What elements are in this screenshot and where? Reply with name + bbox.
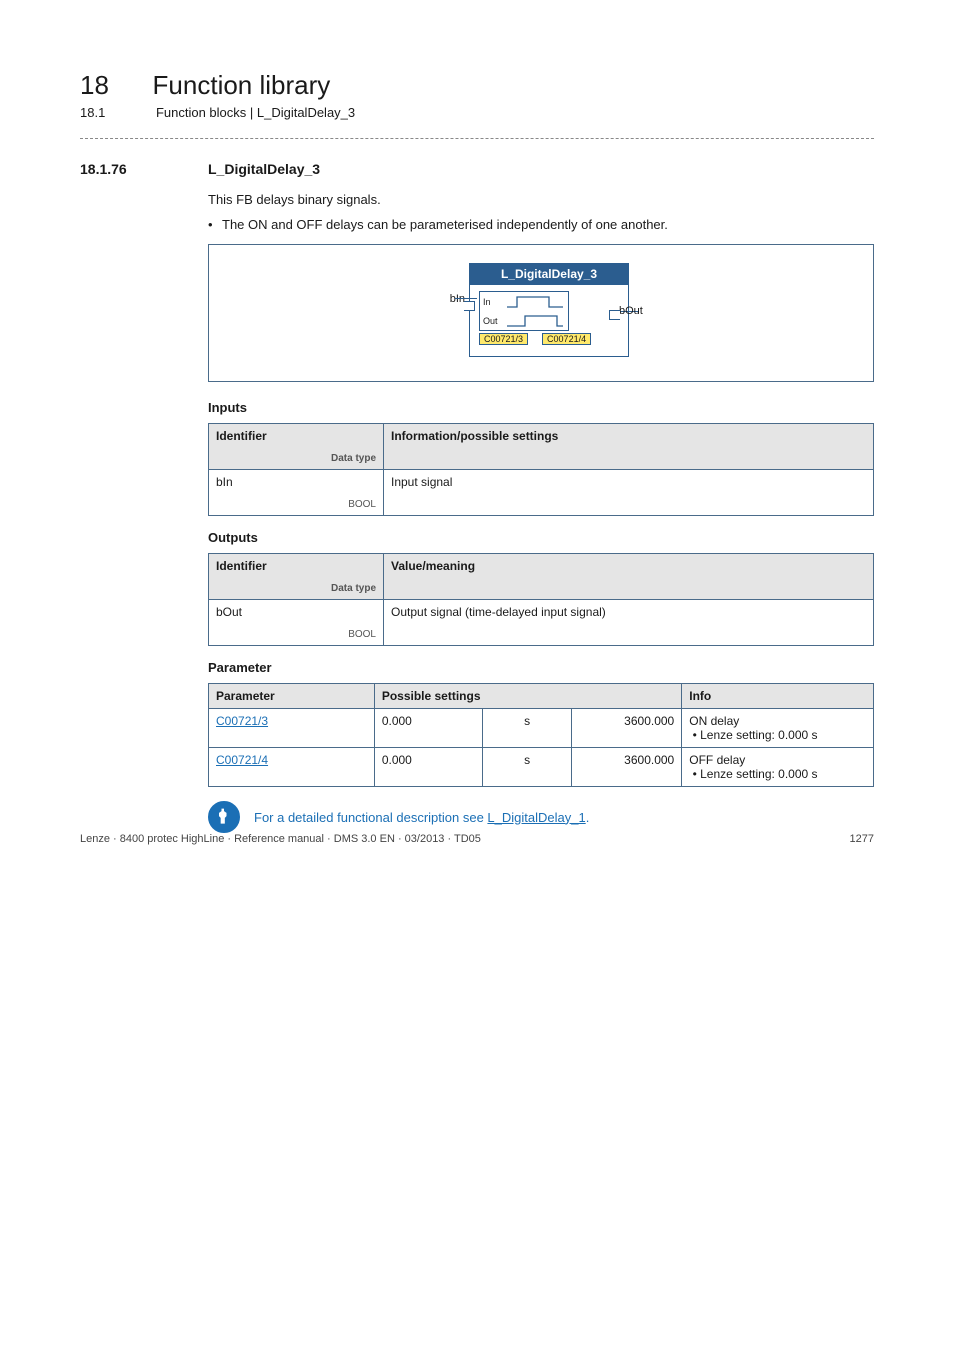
chapter-title: Function library [153,70,331,101]
note-prefix: For a detailed functional description se… [254,810,487,825]
bullet-text: The ON and OFF delays can be parameteris… [222,217,668,232]
fb-param-labels: C00721/3 C00721/4 [479,333,591,345]
cell-info: OFF delay • Lenze setting: 0.000 s [682,748,874,787]
param-link[interactable]: C00721/4 [216,753,268,767]
footer-page-number: 1277 [850,833,874,845]
table-row: bIn BOOL Input signal [209,470,874,516]
fb-param-left: C00721/3 [479,333,528,345]
cell-identifier: bOut [216,605,242,619]
fb-titlebar: L_DigitalDelay_3 [469,263,629,285]
subsection-title: L_DigitalDelay_3 [208,161,320,177]
note-row: For a detailed functional description se… [208,801,874,833]
page-footer: Lenze · 8400 protec HighLine · Reference… [80,833,874,845]
cell-min: 0.000 [374,748,483,787]
divider-dashed [80,138,874,139]
th-text: Identifier [216,429,267,443]
cell-datatype: BOOL [216,499,376,510]
fb-inner-label-in: In [480,297,505,307]
fb-inner-label-out: Out [480,316,505,326]
subsection-heading: 18.1.76 L_DigitalDelay_3 [80,161,874,177]
parameter-table: Parameter Possible settings Info C00721/… [208,683,874,787]
table-row: C00721/3 0.000 s 3600.000 ON delay • Len… [209,709,874,748]
section-line: 18.1 Function blocks | L_DigitalDelay_3 [80,105,874,120]
section-title: Function blocks | L_DigitalDelay_3 [156,105,355,120]
note-text: For a detailed functional description se… [254,810,589,825]
cell-datatype: BOOL [216,629,376,640]
param-th-settings: Possible settings [374,684,681,709]
cell-max: 3600.000 [571,748,681,787]
cell-description: Output signal (time-delayed input signal… [384,600,874,646]
inputs-heading: Inputs [208,400,874,415]
cell-description: Input signal [384,470,874,516]
outputs-table: Identifier Data type Value/meaning bOut … [208,553,874,646]
fb-param-right: C00721/4 [542,333,591,345]
chapter-number: 18 [80,70,109,101]
chapter-header: 18 Function library [80,70,874,101]
fb-port-bin: bIn [421,293,465,305]
inputs-table: Identifier Data type Information/possibl… [208,423,874,516]
th-datatype: Data type [216,583,376,594]
note-link[interactable]: L_DigitalDelay_1 [487,810,585,825]
footer-left: Lenze · 8400 protec HighLine · Reference… [80,833,481,845]
cell-unit: s [483,748,571,787]
info-hand-icon [208,801,240,833]
timing-in-icon [505,293,565,311]
cell-max: 3600.000 [571,709,681,748]
info-title: OFF delay [689,753,745,767]
timing-out-icon [505,312,565,330]
param-th-parameter: Parameter [209,684,375,709]
info-bullet: Lenze setting: 0.000 s [700,767,817,781]
outputs-heading: Outputs [208,530,874,545]
param-th-info: Info [682,684,874,709]
info-title: ON delay [689,714,739,728]
fb-inner-graph: In Out [479,291,569,331]
inputs-th-identifier: Identifier Data type [209,424,384,470]
section-number: 18.1 [80,105,105,120]
note-suffix: . [586,810,590,825]
cell-min: 0.000 [374,709,483,748]
inputs-th-info: Information/possible settings [384,424,874,470]
th-datatype: Data type [216,453,376,464]
outputs-th-info: Value/meaning [384,554,874,600]
table-row: C00721/4 0.000 s 3600.000 OFF delay • Le… [209,748,874,787]
info-bullet: Lenze setting: 0.000 s [700,728,817,742]
cell-info: ON delay • Lenze setting: 0.000 s [682,709,874,748]
table-row: bOut BOOL Output signal (time-delayed in… [209,600,874,646]
fb-connector-left [455,298,477,299]
bullet-item: • The ON and OFF delays can be parameter… [208,217,874,232]
function-block-diagram: L_DigitalDelay_3 In Out C00721/3 C00721/… [208,244,874,382]
bullet-marker: • [208,217,222,232]
outputs-th-identifier: Identifier Data type [209,554,384,600]
param-link[interactable]: C00721/3 [216,714,268,728]
th-text: Identifier [216,559,267,573]
parameter-heading: Parameter [208,660,874,675]
fb-port-bout: bOut [619,305,659,317]
subsection-number: 18.1.76 [80,161,208,177]
intro-text: This FB delays binary signals. [208,191,874,209]
cell-unit: s [483,709,571,748]
cell-identifier: bIn [216,475,233,489]
